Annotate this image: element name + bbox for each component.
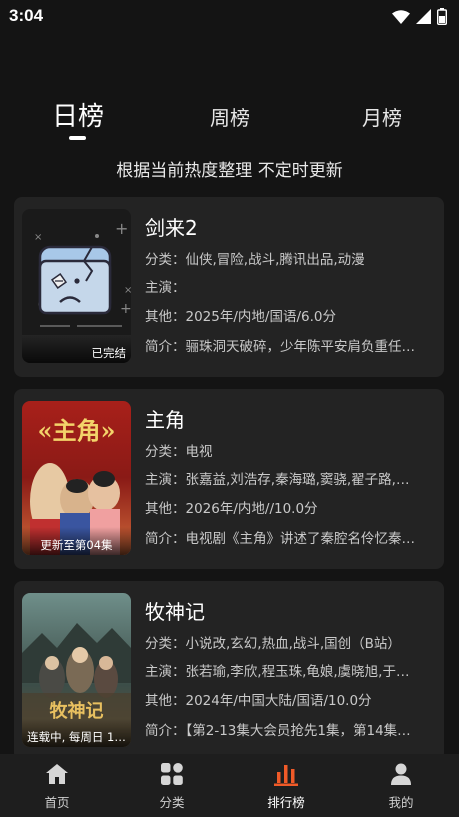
- item-category: 分类：小说改,玄幻,热血,战斗,国创（B站）: [145, 636, 401, 652]
- person-icon: [391, 763, 411, 785]
- poster-image: «主角» 更新至第04集: [22, 401, 131, 555]
- wifi-icon: [392, 9, 410, 28]
- status-bar: 3:04: [0, 0, 459, 32]
- poster-placeholder: × × + + 已完结: [22, 209, 131, 363]
- item-other: 其他：2025年/内地/国语/6.0分: [145, 309, 336, 325]
- item-cast: 主演：: [145, 280, 186, 296]
- item-title: 主角: [145, 408, 185, 432]
- home-icon: [46, 764, 68, 784]
- category-icon: [161, 763, 183, 785]
- rank-tabs: 日榜 周榜 月榜: [0, 96, 459, 146]
- nav-mine[interactable]: 我的: [361, 754, 441, 817]
- status-icons: [392, 8, 448, 29]
- svg-text:×: ×: [34, 232, 42, 243]
- battery-icon: [436, 8, 448, 29]
- ranking-list: × × + + 已完结 剑来2 分类：仙侠,冒险,战斗,腾讯出品,动漫 主演： …: [0, 197, 459, 754]
- nav-mine-label: 我的: [388, 795, 414, 810]
- tab-weekly[interactable]: 周榜: [200, 102, 260, 131]
- item-cast: 主演：张若瑜,李欣,程玉珠,龟娘,虞晓旭,于…: [145, 664, 410, 680]
- nav-category[interactable]: 分类: [132, 754, 212, 817]
- item-cast: 主演：张嘉益,刘浩存,秦海璐,窦骁,翟子路,…: [145, 472, 410, 488]
- tab-monthly[interactable]: 月榜: [352, 102, 412, 131]
- item-other: 其他：2024年/中国大陆/国语/10.0分: [145, 693, 372, 709]
- screen: 3:04 日榜 周榜 月榜 根据当前热度整理 不定时更新 × × + + 已完结…: [0, 0, 459, 817]
- item-other: 其他：2026年/内地//10.0分: [145, 501, 318, 517]
- bottom-nav: 首页 分类 排行榜 我的: [0, 754, 459, 817]
- item-title: 剑来2: [145, 216, 198, 240]
- poster-image: 牧神记 连载中, 每周日 1…: [22, 593, 131, 747]
- item-intro: 简介：骊珠洞天破碎，少年陈平安肩负重任…: [145, 339, 415, 355]
- nav-ranking-label: 排行榜: [267, 795, 305, 810]
- nav-ranking[interactable]: 排行榜: [246, 754, 326, 817]
- list-item[interactable]: × × + + 已完结 剑来2 分类：仙侠,冒险,战斗,腾讯出品,动漫 主演： …: [14, 197, 444, 377]
- status-time: 3:04: [9, 6, 44, 25]
- ranking-subtitle: 根据当前热度整理 不定时更新: [116, 161, 343, 181]
- svg-text:+: +: [120, 301, 131, 317]
- nav-home-label: 首页: [44, 795, 70, 810]
- poster-title-text: «主角»: [37, 416, 116, 445]
- item-title: 牧神记: [145, 600, 205, 624]
- tab-daily[interactable]: 日榜: [47, 96, 109, 133]
- tab-indicator: [69, 136, 86, 140]
- item-intro: 简介：电视剧《主角》讲述了秦腔名伶忆秦…: [145, 531, 415, 547]
- svg-text:+: +: [115, 219, 128, 238]
- list-item[interactable]: 牧神记 连载中, 每周日 1… 牧神记 分类：小说改,玄幻,热血,战斗,国创（B…: [14, 581, 444, 754]
- nav-home[interactable]: 首页: [17, 754, 97, 817]
- item-category: 分类：电视: [145, 444, 213, 460]
- svg-text:×: ×: [124, 285, 131, 296]
- nav-category-label: 分类: [159, 795, 185, 810]
- item-category: 分类：仙侠,冒险,战斗,腾讯出品,动漫: [145, 252, 365, 268]
- item-intro: 简介：【第2-13集大会员抢先1集，第14集…: [145, 723, 411, 739]
- poster-badge: 更新至第04集: [22, 527, 131, 555]
- poster-badge: 已完结: [22, 335, 131, 363]
- signal-icon: [416, 9, 431, 28]
- list-item[interactable]: «主角» 更新至第04集 主角 分类：电视 主演：张嘉益,刘浩存,秦海璐,窦骁,…: [14, 389, 444, 569]
- poster-badge: 连载中, 每周日 1…: [22, 719, 131, 747]
- rank-chart-icon: [274, 765, 298, 786]
